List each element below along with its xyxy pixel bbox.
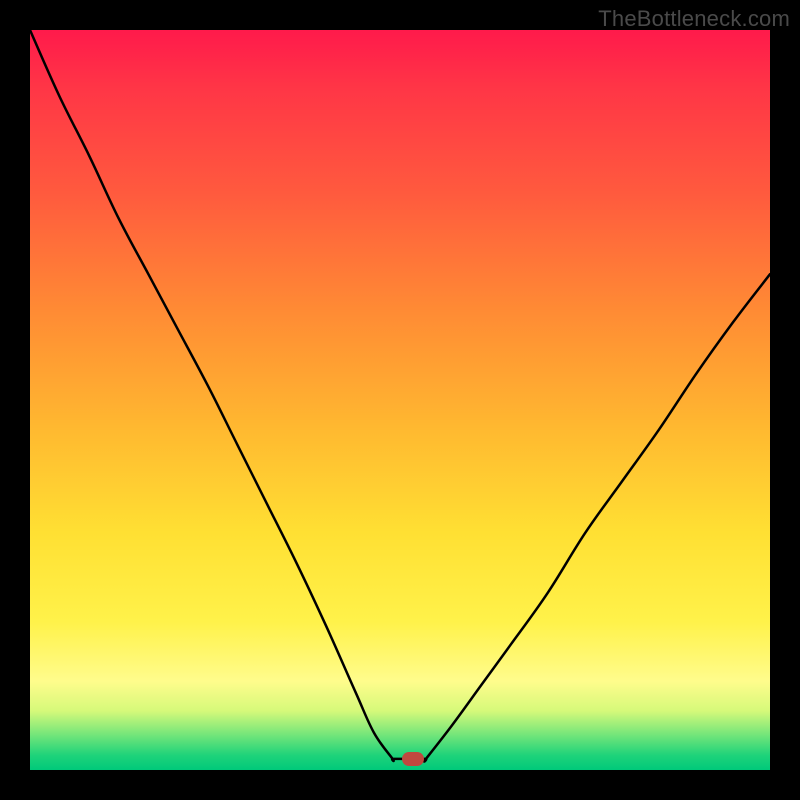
bottleneck-curve [30,30,770,770]
chart-frame: TheBottleneck.com [0,0,800,800]
plot-area [30,30,770,770]
optimum-marker [402,752,424,766]
watermark-text: TheBottleneck.com [598,6,790,32]
curve-path [30,30,770,762]
